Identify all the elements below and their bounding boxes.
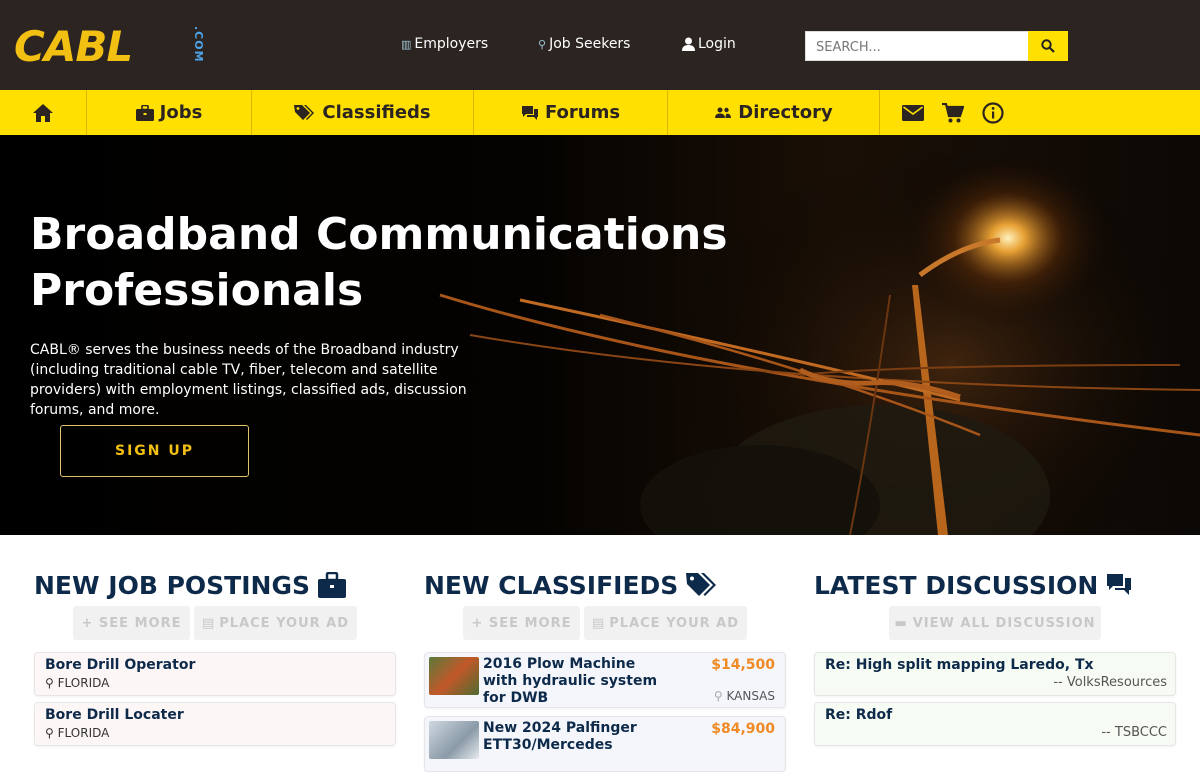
- classified-price: $14,500: [711, 657, 775, 673]
- jobs-title-text: NEW JOB POSTINGS: [34, 570, 310, 600]
- hero-title: Broadband Communications Professionals: [30, 207, 730, 319]
- nav-classifieds[interactable]: Classifieds: [252, 90, 474, 135]
- building-icon: ▥: [401, 37, 412, 51]
- home-icon: [33, 103, 53, 122]
- classified-listing[interactable]: 2016 Plow Machine with hydraulic system …: [424, 652, 786, 708]
- classifieds-section-title: NEW CLASSIFIEDS: [424, 560, 786, 610]
- classifieds-place-ad-label: PLACE YOUR AD: [609, 615, 740, 631]
- main-nav: Jobs Classifieds Forums Directory: [0, 90, 1200, 135]
- nav-forums-label: Forums: [544, 102, 621, 123]
- job-listing[interactable]: Bore Drill Operator ⚲ FLORIDA: [34, 652, 396, 696]
- job-location-label: FLORIDA: [57, 676, 110, 690]
- sign-up-button[interactable]: SIGN UP: [60, 425, 249, 477]
- nav-jobs-label: Jobs: [159, 102, 203, 123]
- nav-home[interactable]: [0, 90, 87, 135]
- search-input[interactable]: SEARCH...: [805, 31, 1029, 61]
- view-all-discussion-label: VIEW ALL DISCUSSION: [912, 615, 1096, 631]
- discussion-title: Re: High split mapping Laredo, Tx: [825, 657, 1094, 673]
- employers-link[interactable]: ▥ Employers: [401, 36, 488, 52]
- cabl-logo[interactable]: CABL .COM: [14, 24, 209, 70]
- login-label: Login: [698, 36, 736, 52]
- nav-classifieds-label: Classifieds: [322, 102, 431, 123]
- cart-icon[interactable]: [942, 102, 964, 123]
- top-header: CABL .COM ▥ Employers ⚲ Job Seekers Logi…: [0, 0, 1200, 90]
- location-pin-icon: ⚲: [713, 689, 723, 703]
- chat-icon: [521, 105, 538, 120]
- job-location: ⚲ FLORIDA: [45, 726, 385, 740]
- jobs-place-ad-label: PLACE YOUR AD: [219, 615, 350, 631]
- jobs-section: NEW JOB POSTINGS + SEE MORE ▤ PLACE YOUR…: [34, 560, 396, 746]
- hero-title-line1: Broadband Communications: [30, 209, 728, 260]
- jobs-buttons: + SEE MORE ▤ PLACE YOUR AD: [34, 606, 396, 640]
- comment-icon: ▬: [894, 615, 908, 631]
- discussion-author: -- VolksResources: [1053, 675, 1167, 690]
- listing-thumbnail: [429, 657, 479, 695]
- mail-icon[interactable]: [902, 104, 924, 121]
- nav-directory-label: Directory: [738, 102, 833, 123]
- listing-thumbnail: [429, 721, 479, 759]
- search-icon: [1041, 39, 1055, 53]
- briefcase-icon: [317, 572, 346, 598]
- classifieds-title-text: NEW CLASSIFIEDS: [424, 570, 679, 600]
- discussion-title: Re: Rdof: [825, 707, 893, 723]
- discussion-item[interactable]: Re: High split mapping Laredo, Tx -- Vol…: [814, 652, 1176, 696]
- classifieds-section: NEW CLASSIFIEDS + SEE MORE ▤ PLACE YOUR …: [424, 560, 786, 772]
- hero-description: CABL® serves the business needs of the B…: [30, 342, 467, 418]
- discussion-buttons: ▬ VIEW ALL DISCUSSION: [814, 606, 1176, 640]
- classified-title: New 2024 Palfinger ETT30/Mercedes: [483, 720, 637, 753]
- employers-label: Employers: [414, 36, 489, 52]
- nav-jobs[interactable]: Jobs: [87, 90, 252, 135]
- nav-directory[interactable]: Directory: [668, 90, 880, 135]
- job-seekers-link[interactable]: ⚲ Job Seekers: [538, 36, 630, 52]
- jobs-place-ad-button[interactable]: ▤ PLACE YOUR AD: [194, 606, 357, 640]
- classifieds-place-ad-button[interactable]: ▤ PLACE YOUR AD: [584, 606, 747, 640]
- classified-title: 2016 Plow Machine with hydraulic system …: [483, 656, 658, 706]
- classified-price: $84,900: [711, 721, 775, 737]
- info-icon[interactable]: [982, 101, 1004, 124]
- briefcase-icon: [135, 104, 154, 121]
- location-pin-icon: ⚲: [45, 726, 54, 740]
- logo-com: .COM: [192, 26, 205, 63]
- hero-banner: Broadband Communications Professionals C…: [0, 135, 1200, 535]
- discussion-section-title: LATEST DISCUSSION: [814, 560, 1176, 610]
- jobs-section-title: NEW JOB POSTINGS: [34, 560, 396, 610]
- discussion-section: LATEST DISCUSSION ▬ VIEW ALL DISCUSSION …: [814, 560, 1176, 746]
- user-icon: [682, 37, 695, 51]
- job-location: ⚲ FLORIDA: [45, 676, 385, 690]
- people-icon: [715, 107, 732, 118]
- classified-listing[interactable]: New 2024 Palfinger ETT30/Mercedes $84,90…: [424, 716, 786, 772]
- job-listing[interactable]: Bore Drill Locater ⚲ FLORIDA: [34, 702, 396, 746]
- hero-title-line2: Professionals: [30, 265, 364, 316]
- classified-location-label: KANSAS: [726, 689, 775, 703]
- job-title: Bore Drill Operator: [45, 657, 196, 673]
- tags-icon: [294, 104, 315, 120]
- classifieds-buttons: + SEE MORE ▤ PLACE YOUR AD: [424, 606, 786, 640]
- chat-icon: [1107, 574, 1132, 595]
- login-link[interactable]: Login: [682, 36, 736, 52]
- document-icon: ▤: [591, 615, 606, 631]
- job-title: Bore Drill Locater: [45, 707, 184, 723]
- discussion-title-text: LATEST DISCUSSION: [814, 570, 1099, 600]
- nav-forums[interactable]: Forums: [474, 90, 668, 135]
- location-pin-icon: ⚲: [45, 676, 54, 690]
- discussion-author: -- TSBCCC: [1101, 725, 1167, 740]
- classified-location: ⚲ KANSAS: [714, 689, 775, 703]
- job-location-label: FLORIDA: [57, 726, 110, 740]
- classifieds-see-more-button[interactable]: + SEE MORE: [463, 606, 580, 640]
- job-seekers-label: Job Seekers: [549, 36, 631, 52]
- jobs-see-more-button[interactable]: + SEE MORE: [73, 606, 190, 640]
- view-all-discussion-button[interactable]: ▬ VIEW ALL DISCUSSION: [889, 606, 1101, 640]
- tags-icon: [686, 573, 717, 596]
- nav-utility-icons: [880, 90, 1004, 135]
- person-icon: ⚲: [538, 37, 547, 51]
- discussion-item[interactable]: Re: Rdof -- TSBCCC: [814, 702, 1176, 746]
- search-button[interactable]: [1028, 31, 1068, 61]
- logo-text: CABL: [14, 22, 133, 71]
- document-icon: ▤: [201, 615, 216, 631]
